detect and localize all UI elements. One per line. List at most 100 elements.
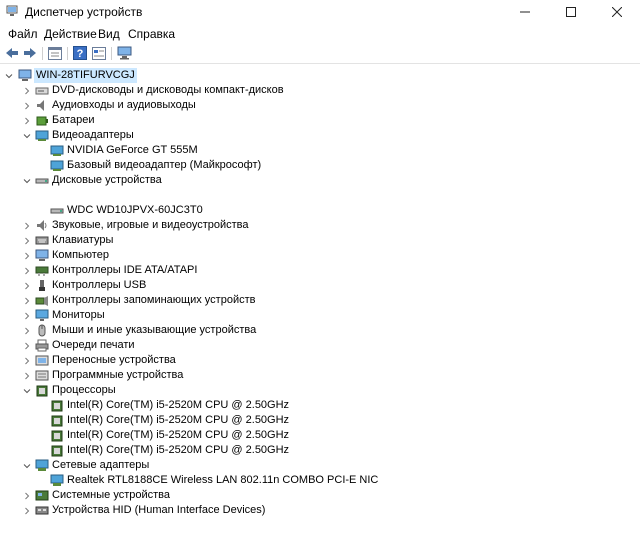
- svg-text:?: ?: [77, 48, 84, 60]
- tree-item[interactable]: Дисковые устройства: [0, 173, 640, 188]
- tree-item[interactable]: Системные устройства: [0, 488, 640, 503]
- tree-item-label: Компьютер: [52, 249, 109, 261]
- printer-icon: [35, 339, 49, 352]
- tree-item-label: Базовый видеоадаптер (Майкрософт): [67, 159, 262, 171]
- chevron-down-icon[interactable]: [22, 173, 32, 188]
- disk-drive-icon: [35, 178, 49, 184]
- battery-icon: [36, 116, 48, 126]
- toolbar-separator: [67, 47, 68, 60]
- tree-item-label: Intel(R) Core(TM) i5-2520M CPU @ 2.50GHz: [67, 399, 290, 411]
- chevron-right-icon[interactable]: [22, 338, 32, 353]
- tree-item[interactable]: WDC WD10JPVX-60JC3T0: [0, 203, 640, 218]
- tree-item[interactable]: Клавиатуры: [0, 233, 640, 248]
- window-title: Диспетчер устройств: [25, 5, 143, 19]
- menu-file[interactable]: Файл: [8, 27, 38, 41]
- chevron-down-icon[interactable]: [22, 458, 32, 473]
- tree-item[interactable]: Intel(R) Core(TM) i5-2520M CPU @ 2.50GHz: [0, 443, 640, 458]
- tree-item[interactable]: Intel(R) Core(TM) i5-2520M CPU @ 2.50GHz: [0, 398, 640, 413]
- device-manager-app-icon: [6, 5, 18, 16]
- tree-item[interactable]: Устройства HID (Human Interface Devices): [0, 503, 640, 518]
- tree-item[interactable]: Intel(R) Core(TM) i5-2520M CPU @ 2.50GHz: [0, 428, 640, 443]
- chevron-right-icon[interactable]: [22, 113, 32, 128]
- chevron-right-icon[interactable]: [22, 503, 32, 518]
- chevron-right-icon[interactable]: [22, 488, 32, 503]
- portable-device-icon: [35, 355, 49, 366]
- maximize-button[interactable]: [548, 0, 594, 24]
- chevron-down-icon[interactable]: [22, 128, 32, 143]
- minimize-button[interactable]: [502, 0, 548, 24]
- tree-item-label: Intel(R) Core(TM) i5-2520M CPU @ 2.50GHz: [67, 414, 290, 426]
- chevron-right-icon[interactable]: [22, 353, 32, 368]
- scan-hardware-button[interactable]: [116, 45, 132, 61]
- chevron-down-icon[interactable]: [4, 68, 14, 83]
- tree-item[interactable]: Мыши и иные указывающие устройства: [0, 323, 640, 338]
- list-view-icon: [92, 46, 106, 60]
- tree-item[interactable]: Сетевые адаптеры: [0, 458, 640, 473]
- tree-item[interactable]: Аудиовходы и аудиовыходы: [0, 98, 640, 113]
- close-button[interactable]: [594, 0, 640, 24]
- processor-icon: [51, 445, 63, 457]
- chevron-right-icon[interactable]: [22, 293, 32, 308]
- storage-controller-icon: [35, 296, 48, 306]
- tree-item[interactable]: Intel(R) Core(TM) i5-2520M CPU @ 2.50GHz: [0, 413, 640, 428]
- forward-button[interactable]: [22, 45, 38, 61]
- tree-root[interactable]: WIN-28TIFURVCGJ: [0, 68, 640, 83]
- toolbar-separator: [42, 47, 43, 60]
- tree-item-label: WDC WD10JPVX-60JC3T0: [67, 204, 203, 216]
- minimize-icon: [520, 11, 530, 13]
- chevron-right-icon[interactable]: [22, 368, 32, 383]
- tree-item[interactable]: Компьютер: [0, 248, 640, 263]
- chevron-right-icon[interactable]: [22, 218, 32, 233]
- menu-help[interactable]: Справка: [128, 27, 175, 41]
- menu-view[interactable]: Вид: [98, 27, 120, 41]
- chevron-right-icon[interactable]: [22, 233, 32, 248]
- tree-item-label: Батареи: [52, 114, 95, 126]
- back-arrow-icon: [6, 48, 18, 58]
- tree-item[interactable]: DVD-дисководы и дисководы компакт-дисков: [0, 83, 640, 98]
- tree-item[interactable]: Программные устройства: [0, 368, 640, 383]
- chevron-right-icon[interactable]: [22, 308, 32, 323]
- tree-item[interactable]: Батареи: [0, 113, 640, 128]
- software-device-icon: [35, 370, 49, 381]
- tree-item-label: Системные устройства: [52, 489, 171, 501]
- display-adapter-icon: [50, 145, 64, 156]
- mouse-icon: [38, 324, 46, 337]
- disk-drive-icon: [50, 208, 64, 214]
- chevron-down-icon[interactable]: [22, 383, 32, 398]
- tree-item[interactable]: Очереди печати: [0, 338, 640, 353]
- help-button[interactable]: ?: [72, 45, 88, 61]
- chevron-right-icon[interactable]: [22, 263, 32, 278]
- processor-icon: [51, 415, 63, 427]
- properties-icon: [48, 46, 62, 60]
- tree-item[interactable]: Контроллеры USB: [0, 278, 640, 293]
- tree-item-label: Дисковые устройства: [52, 174, 162, 186]
- sound-icon: [37, 220, 47, 231]
- tree-item-label: Клавиатуры: [52, 234, 114, 246]
- tree-item-label: Звуковые, игровые и видеоустройства: [52, 219, 249, 231]
- tree-item[interactable]: Контроллеры запоминающих устройств: [0, 293, 640, 308]
- chevron-right-icon[interactable]: [22, 83, 32, 98]
- chevron-right-icon[interactable]: [22, 278, 32, 293]
- tree-item[interactable]: Контроллеры IDE ATA/ATAPI: [0, 263, 640, 278]
- menu-action[interactable]: Действие: [44, 27, 97, 41]
- tree-item[interactable]: Базовый видеоадаптер (Майкрософт): [0, 158, 640, 173]
- tree-item[interactable]: Мониторы: [0, 308, 640, 323]
- tree-item[interactable]: Звуковые, игровые и видеоустройства: [0, 218, 640, 233]
- back-button[interactable]: [4, 45, 20, 61]
- tree-item-label: Программные устройства: [52, 369, 184, 381]
- chevron-right-icon[interactable]: [22, 98, 32, 113]
- processor-icon: [51, 400, 63, 412]
- tree-item[interactable]: Realtek RTL8188CE Wireless LAN 802.11n C…: [0, 473, 640, 488]
- tree-item[interactable]: Процессоры: [0, 383, 640, 398]
- update-driver-button[interactable]: [91, 45, 107, 61]
- tree-item[interactable]: Переносные устройства: [0, 353, 640, 368]
- tree-item-label: NVIDIA GeForce GT 555M: [67, 144, 198, 156]
- tree-item-label: Переносные устройства: [52, 354, 176, 366]
- tree-item[interactable]: Видеоадаптеры: [0, 128, 640, 143]
- tree-item-label: Контроллеры запоминающих устройств: [52, 294, 256, 306]
- chevron-right-icon[interactable]: [22, 323, 32, 338]
- tree-root-label: WIN-28TIFURVCGJ: [34, 68, 137, 83]
- properties-button[interactable]: [47, 45, 63, 61]
- tree-item[interactable]: NVIDIA GeForce GT 555M: [0, 143, 640, 158]
- chevron-right-icon[interactable]: [22, 248, 32, 263]
